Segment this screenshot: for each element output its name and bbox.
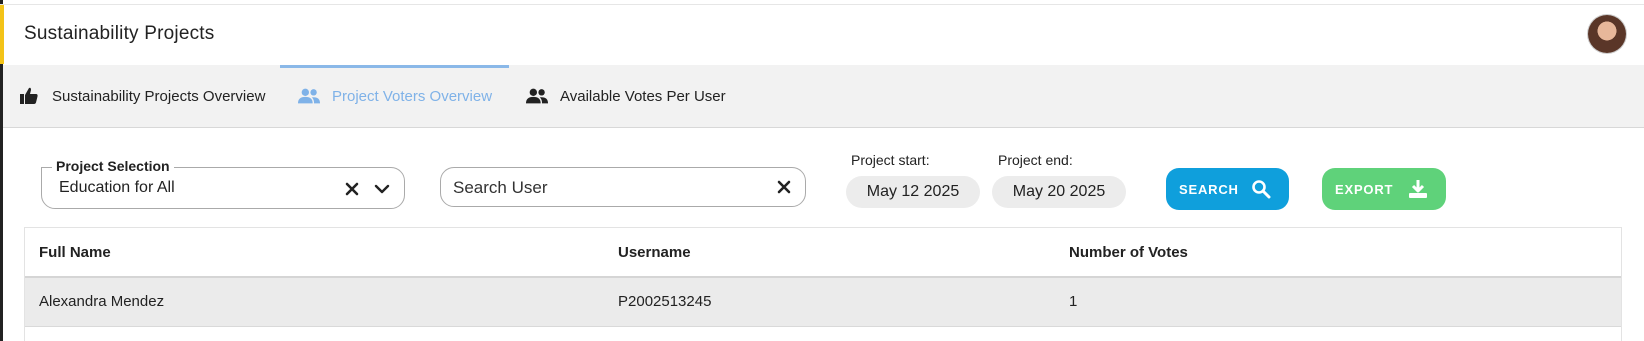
users-icon	[298, 86, 320, 106]
clear-selection-icon[interactable]	[343, 180, 361, 198]
download-icon	[1408, 179, 1428, 199]
tab-sustainability-projects-overview[interactable]: Sustainability Projects Overview	[18, 65, 265, 127]
tab-label: Available Votes Per User	[560, 87, 726, 105]
table-header: Full Name Username Number of Votes	[25, 228, 1621, 278]
tab-label: Project Voters Overview	[332, 87, 493, 105]
column-header-full-name[interactable]: Full Name	[39, 244, 111, 261]
search-user-input[interactable]	[451, 176, 765, 200]
filter-bar: Project Selection Education for All Proj…	[0, 128, 1644, 218]
search-user-field[interactable]	[440, 167, 806, 207]
page-title: Sustainability Projects	[24, 23, 215, 44]
project-end-date: May 20 2025	[992, 176, 1126, 208]
search-icon	[1251, 179, 1271, 199]
cell-number-of-votes: 1	[1069, 293, 1078, 310]
users-icon	[526, 86, 548, 106]
tab-available-votes-per-user[interactable]: Available Votes Per User	[526, 65, 726, 127]
project-selection-dropdown[interactable]: Project Selection Education for All	[41, 158, 405, 209]
export-button-label: EXPORT	[1335, 181, 1394, 197]
project-end-label: Project end:	[998, 152, 1073, 168]
tab-label: Sustainability Projects Overview	[52, 87, 266, 105]
column-header-username[interactable]: Username	[618, 244, 691, 261]
project-selection-value: Education for All	[59, 179, 175, 196]
app-header: Sustainability Projects	[0, 4, 1644, 64]
tab-bar: Sustainability Projects Overview Project…	[3, 65, 1644, 128]
chevron-down-icon[interactable]	[373, 180, 391, 198]
tab-project-voters-overview[interactable]: Project Voters Overview	[279, 65, 510, 127]
thumbs-up-icon	[18, 86, 40, 106]
project-start-label: Project start:	[851, 152, 930, 168]
table-row[interactable]: Alexandra Mendez P2002513245 1	[25, 278, 1621, 327]
clear-search-icon[interactable]	[775, 178, 793, 196]
search-button[interactable]: SEARCH	[1166, 168, 1289, 210]
search-button-label: SEARCH	[1179, 181, 1239, 197]
cell-full-name: Alexandra Mendez	[39, 293, 165, 310]
export-button[interactable]: EXPORT	[1322, 168, 1446, 210]
header-accent-bar	[0, 5, 4, 64]
cell-username: P2002513245	[618, 293, 712, 310]
project-selection-label: Project Selection	[52, 158, 174, 174]
voters-table: Full Name Username Number of Votes Alexa…	[24, 227, 1622, 341]
column-header-number-of-votes[interactable]: Number of Votes	[1069, 244, 1188, 261]
user-avatar[interactable]	[1588, 15, 1626, 53]
project-start-date: May 12 2025	[846, 176, 980, 208]
